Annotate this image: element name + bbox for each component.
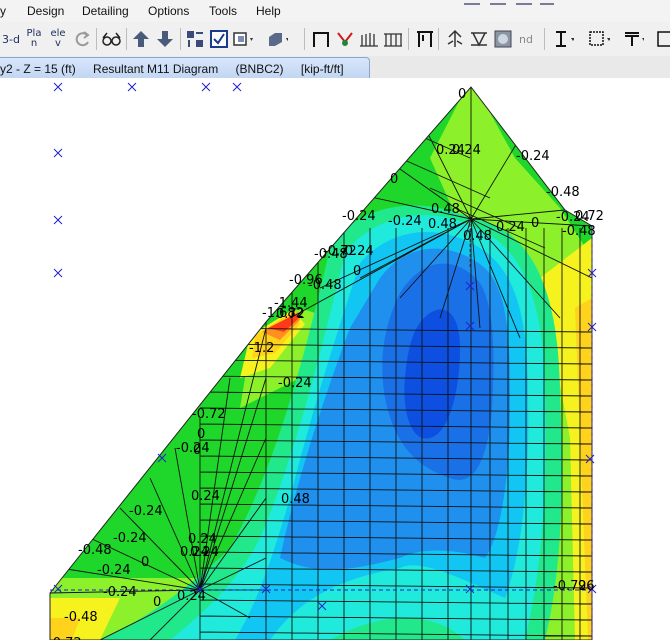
undo-icon[interactable] xyxy=(72,28,94,50)
contour-label: 0.48 xyxy=(431,202,460,217)
column-icon[interactable] xyxy=(552,28,574,50)
contour-label: 0 xyxy=(197,427,205,442)
contour-label: 96 xyxy=(578,579,595,594)
menu-item-help[interactable]: Help xyxy=(256,4,281,18)
menu-item-options[interactable]: Options xyxy=(148,4,189,18)
tab-view-label: y2 - Z = 15 (ft) xyxy=(0,62,76,76)
contour-label: -0.24 xyxy=(342,209,376,224)
menu-item-view[interactable]: y xyxy=(0,4,6,18)
tab-units-label: [kip-ft/ft] xyxy=(300,62,344,76)
toolbar: 3-d Pla n ele v nd xyxy=(0,22,670,57)
shell-contour-plot: 00.240.24 -0.240-0.48-0.24 -0.240.480.48 0.… xyxy=(48,82,604,640)
arrow-up-icon[interactable] xyxy=(130,28,152,50)
tab-bar: y2 - Z = 15 (ft) Resultant M11 Diagram (… xyxy=(0,56,670,78)
contour-label: -0.48 xyxy=(64,610,98,625)
contour-label: 0 xyxy=(153,595,161,610)
contour-label: 0.24 xyxy=(190,545,219,560)
view-3d-button[interactable]: 3-d xyxy=(0,28,22,50)
tab-combo-label: (BNBC2) xyxy=(235,62,284,76)
link-icon[interactable] xyxy=(334,28,356,50)
contour-label: -0.72 xyxy=(48,636,82,640)
tab-view-window[interactable]: y2 - Z = 15 (ft) Resultant M11 Diagram (… xyxy=(0,57,370,78)
plan-view-button[interactable]: Pla n xyxy=(24,28,44,50)
contour-label: 0.48 xyxy=(281,492,310,507)
beam-icon[interactable] xyxy=(310,28,332,50)
grid-marker-icon xyxy=(53,148,63,158)
toolbar-top-strip xyxy=(464,3,554,5)
brace-icon[interactable] xyxy=(382,28,404,50)
grid-marker-icon xyxy=(53,82,63,92)
contour-label: 0 xyxy=(458,87,466,102)
contour-label: -0.48 xyxy=(78,543,112,558)
contour-label: 0 xyxy=(531,216,539,231)
section-icon[interactable] xyxy=(468,28,490,50)
menu-bar: y Design Detailing Options Tools Help xyxy=(0,0,670,22)
menu-item-design[interactable]: Design xyxy=(27,4,64,18)
contour-label: -0.24 xyxy=(516,149,550,164)
contour-label: -0.72 xyxy=(192,407,226,422)
contour-label: -0.24 xyxy=(97,563,131,578)
contour-label: -0.24 xyxy=(129,504,163,519)
contour-label: 0.24 xyxy=(452,143,481,158)
contour-label: 0.72 xyxy=(575,209,604,224)
box-select-icon[interactable] xyxy=(654,28,670,50)
elevation-view-button[interactable]: ele v xyxy=(48,28,68,50)
checkbox-icon[interactable] xyxy=(208,28,230,50)
menu-item-tools[interactable]: Tools xyxy=(209,4,237,18)
contour-label: -0.48 xyxy=(308,278,342,293)
node-button[interactable]: nd xyxy=(514,28,538,50)
shell-icon[interactable] xyxy=(358,28,380,50)
contour-label: 0.72 xyxy=(276,307,305,322)
arrow-down-icon[interactable] xyxy=(154,28,176,50)
box-icon[interactable] xyxy=(232,28,254,50)
contour-label: -0.24 xyxy=(278,376,312,391)
contour-label: -0.24 xyxy=(113,531,147,546)
contour-label: 0.24 xyxy=(191,489,220,504)
contour-label: -1.2 xyxy=(249,341,274,356)
tee-icon[interactable] xyxy=(622,28,644,50)
contour-label: 0.48 xyxy=(463,229,492,244)
menu-item-detailing[interactable]: Detailing xyxy=(82,4,129,18)
glasses-icon[interactable] xyxy=(100,28,122,50)
area-icon[interactable] xyxy=(588,28,610,50)
contour-label: -0.48 xyxy=(562,224,596,239)
grid-marker-icon xyxy=(201,82,211,92)
model-viewport[interactable]: 0 0.24 0.24 -0.24 0 -0.48 -0.24 -0.24 0.48 0.48 0.… xyxy=(0,78,670,640)
contour-label: 0.48 xyxy=(428,217,457,232)
contour-label: -0.24 xyxy=(103,585,137,600)
grid-marker-icon xyxy=(53,268,63,278)
grid-marker-icon xyxy=(53,215,63,225)
contour-label: 0 xyxy=(141,555,149,570)
support-icon[interactable] xyxy=(414,28,436,50)
contour-label: 0 xyxy=(390,172,398,187)
render-icon[interactable] xyxy=(492,28,514,50)
spring-icon[interactable] xyxy=(444,28,466,50)
grid-marker-icon xyxy=(127,82,137,92)
select-icon[interactable] xyxy=(184,28,206,50)
contour-label: 0.24 xyxy=(496,220,525,235)
tab-diagram-label: Resultant M11 Diagram xyxy=(93,62,219,76)
contour-label: -0.24 xyxy=(388,214,422,229)
contour-label: 0.24 xyxy=(177,589,206,604)
contour-label: 0 xyxy=(353,264,361,279)
contour-label: 0 xyxy=(193,443,201,458)
grid-marker-icon xyxy=(232,82,242,92)
contour-label: -0.24 xyxy=(340,244,374,259)
frame-icon[interactable] xyxy=(266,28,288,50)
contour-label: -0.48 xyxy=(546,185,580,200)
